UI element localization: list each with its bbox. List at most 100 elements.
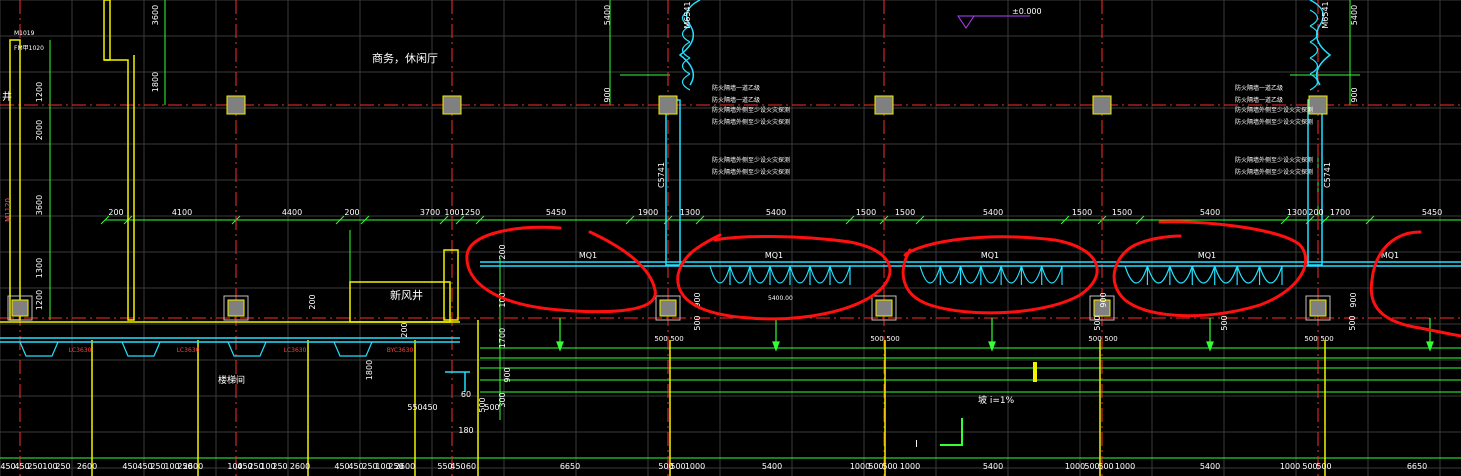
door-swing-arc bbox=[919, 265, 941, 284]
dim-top: 1500 bbox=[856, 208, 876, 217]
fire-note: 防火隔墙外侧至少设火灾探测 bbox=[1235, 106, 1313, 114]
dim-bottom: 250 bbox=[150, 462, 165, 471]
dim-vertical-left: 1300 bbox=[35, 258, 44, 278]
column bbox=[227, 299, 245, 317]
dim-bottom: 1000 bbox=[1280, 462, 1300, 471]
coordinate-tick: I bbox=[915, 439, 918, 450]
markup-loop-1 bbox=[465, 225, 657, 314]
window-bay bbox=[333, 341, 373, 357]
dim-vertical-lower: 500 bbox=[693, 315, 702, 330]
dim-top: 4400 bbox=[282, 208, 302, 217]
dim-misc: 180 bbox=[458, 426, 473, 435]
arrow-head bbox=[1426, 341, 1434, 352]
dim-top: 4100 bbox=[172, 208, 192, 217]
small-note: 5400.00 bbox=[768, 295, 793, 302]
walls bbox=[0, 0, 1326, 476]
door-tag: MQ1 bbox=[1198, 251, 1216, 260]
fire-note: 防火隔墙一道乙级 bbox=[712, 96, 760, 104]
dim-vertical-lower: 500 bbox=[1220, 315, 1229, 330]
drainage-arrows bbox=[556, 318, 1434, 352]
elevation-tag: ±0.000 bbox=[1012, 7, 1042, 16]
dim-bottom: 450 bbox=[348, 462, 363, 471]
door-swing-arc bbox=[1309, 9, 1319, 27]
dim-bottom: 1000 bbox=[1065, 462, 1085, 471]
dim-top: 1500 bbox=[895, 208, 915, 217]
markup-loop-2 bbox=[676, 233, 892, 321]
arrow-head bbox=[1206, 341, 1214, 352]
markup-loop-3 bbox=[901, 235, 1099, 315]
column bbox=[11, 299, 29, 317]
dim-bottom: 5400 bbox=[1200, 462, 1220, 471]
dim-top: 200 bbox=[344, 208, 359, 217]
dim-top: 1500 bbox=[1072, 208, 1092, 217]
door-swing-arc bbox=[1259, 265, 1283, 284]
dim-bottom: 250 bbox=[55, 462, 70, 471]
dim-top: 200 bbox=[1308, 208, 1323, 217]
wall-tag: M6541 bbox=[683, 1, 692, 28]
door-swing-arc bbox=[1041, 265, 1063, 284]
column bbox=[659, 299, 677, 317]
dim-top: 1500 bbox=[1112, 208, 1132, 217]
dim-vertical-lower: 500 bbox=[1093, 315, 1102, 330]
markup-loop-4 bbox=[1112, 220, 1308, 318]
dim-top: 1250 bbox=[460, 208, 480, 217]
dim-vertical-lower: 200 bbox=[498, 244, 507, 259]
column-dim: 500 bbox=[870, 335, 883, 343]
fire-note: 防火隔墙外侧至少设火灾探测 bbox=[1235, 168, 1313, 176]
fire-note: 防火隔墙外侧至少设火灾探测 bbox=[712, 106, 790, 114]
dim-vertical-upper: 5400 bbox=[1350, 5, 1359, 25]
red-markup-annotations bbox=[465, 220, 1461, 338]
column bbox=[1092, 95, 1112, 115]
dim-top: 1700 bbox=[1330, 208, 1350, 217]
window-tag: BYC3630 bbox=[387, 347, 414, 354]
door-swing-arc bbox=[1169, 265, 1193, 284]
door-swing-arc bbox=[1124, 265, 1148, 284]
curtain-wall bbox=[0, 0, 1461, 392]
column-dim: 500 bbox=[670, 335, 683, 343]
dim-bottom: 1000 bbox=[1115, 462, 1135, 471]
door-tag: MQ1 bbox=[765, 251, 783, 260]
dim-vertical-lower: 500 bbox=[1348, 315, 1357, 330]
window-tag: LC3630 bbox=[69, 347, 92, 354]
slope-note: 坡 i=1% bbox=[978, 394, 1015, 406]
fire-note: 防火隔墙外侧至少设火灾探测 bbox=[1235, 156, 1313, 164]
stair-label: 楼梯间 bbox=[218, 374, 245, 386]
dim-vertical-upper: 900 bbox=[603, 87, 612, 102]
dim-bottom: 500 bbox=[1302, 462, 1317, 471]
door-swing-arc bbox=[1309, 41, 1319, 59]
dim-bottom: 1000 bbox=[900, 462, 920, 471]
dim-vertical-upper: 3600 bbox=[151, 5, 160, 25]
door-swing-arcs bbox=[681, 9, 1319, 285]
dim-vertical-left: 1200 bbox=[35, 290, 44, 310]
door-swing-arc bbox=[1214, 265, 1238, 284]
dim-bottom: 2600 bbox=[183, 462, 203, 471]
dim-misc: 60 bbox=[461, 390, 471, 399]
elevation-marker bbox=[957, 15, 1030, 29]
fire-note: 防火隔墙外侧至少设火灾探测 bbox=[712, 156, 790, 164]
lounge-label: 商务，休闲厅 bbox=[372, 51, 438, 65]
column-dim: 500 bbox=[1104, 335, 1117, 343]
door-swing-arc bbox=[829, 265, 851, 284]
dim-bottom: 450 bbox=[334, 462, 349, 471]
dim-bottom: 500 bbox=[670, 462, 685, 471]
column bbox=[658, 95, 678, 115]
window-bay bbox=[19, 341, 59, 357]
door-swing-arc bbox=[749, 265, 771, 284]
fire-note: 防火隔墙外侧至少设火灾探测 bbox=[712, 168, 790, 176]
dim-bottom: 450 bbox=[450, 462, 465, 471]
door-swing-arc bbox=[1146, 265, 1171, 284]
fire-note: 防火隔墙一道乙级 bbox=[712, 84, 760, 92]
door-swing-arc bbox=[980, 265, 1002, 284]
dim-vertical-lower: 900 bbox=[1099, 292, 1108, 307]
window-bay bbox=[227, 341, 267, 357]
dim-vertical-lower: 200 bbox=[308, 294, 317, 309]
cad-drawing-canvas: 200 4100 4400 200 3700 100 1250 5450 1900 1300 540… bbox=[0, 0, 1461, 476]
dim-bottom: 500 bbox=[882, 462, 897, 471]
dim-vertical-lower: 900 bbox=[1349, 292, 1358, 307]
wall-tag: C5741 bbox=[657, 162, 666, 188]
dim-top: 1900 bbox=[638, 208, 658, 217]
door-tag: MQ1 bbox=[579, 251, 597, 260]
dim-bottom: 60 bbox=[466, 462, 476, 471]
dim-top: 1300 bbox=[680, 208, 700, 217]
dim-top: 1300 bbox=[1287, 208, 1307, 217]
